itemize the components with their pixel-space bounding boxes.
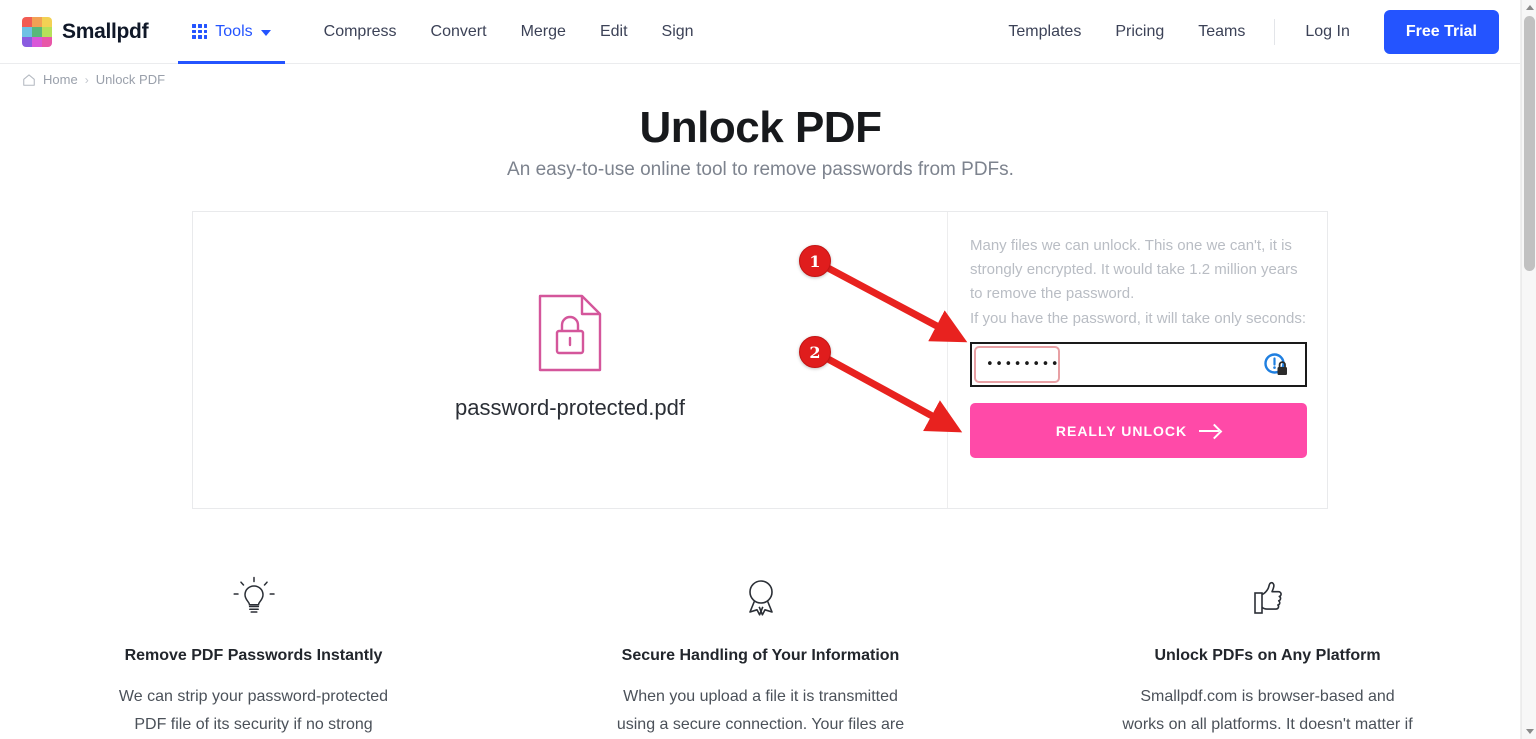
logo-cell bbox=[32, 16, 42, 27]
really-unlock-button[interactable]: REALLY UNLOCK bbox=[970, 403, 1307, 458]
grid-dot bbox=[197, 24, 202, 28]
nav-link-teams[interactable]: Teams bbox=[1181, 0, 1262, 64]
nav-primary-links: Compress Convert Merge Edit Sign bbox=[307, 0, 711, 64]
grid-dot bbox=[203, 24, 208, 28]
grid-dot bbox=[192, 35, 196, 39]
grid-dots-icon bbox=[192, 24, 208, 39]
breadcrumb-separator: › bbox=[84, 72, 89, 87]
password-input[interactable]: •••••••• bbox=[974, 346, 1060, 383]
free-trial-button[interactable]: Free Trial bbox=[1383, 9, 1499, 54]
password-manager-lock-icon[interactable] bbox=[1263, 352, 1289, 378]
feature-any-platform: Unlock PDFs on Any Platform Smallpdf.com… bbox=[1014, 575, 1521, 739]
nav-link-edit[interactable]: Edit bbox=[583, 0, 645, 64]
nav-right-group: Templates Pricing Teams Log In Free Trial bbox=[969, 0, 1499, 64]
award-ribbon-icon bbox=[748, 580, 773, 616]
vertical-scrollbar[interactable] bbox=[1521, 0, 1536, 739]
unlock-form-panel: Many files we can unlock. This one we ca… bbox=[948, 212, 1327, 508]
feature-title: Unlock PDFs on Any Platform bbox=[1154, 647, 1381, 664]
password-field-row: •••••••• bbox=[970, 342, 1307, 387]
grid-dot bbox=[203, 29, 208, 34]
grid-dot bbox=[197, 29, 202, 34]
feature-text: When you upload a file it is transmitted… bbox=[616, 688, 905, 733]
arrow-right-icon bbox=[1199, 425, 1221, 437]
grid-dot bbox=[197, 35, 202, 39]
nav-tools-menu[interactable]: Tools bbox=[178, 0, 285, 64]
breadcrumb: Home › Unlock PDF bbox=[22, 72, 165, 87]
nav-link-convert[interactable]: Convert bbox=[414, 0, 504, 64]
feature-icon-wrap bbox=[739, 575, 783, 621]
really-unlock-label: REALLY UNLOCK bbox=[1055, 422, 1188, 439]
scroll-up-arrow-icon[interactable] bbox=[1522, 0, 1536, 15]
page-root: Smallpdf Tools Compress Convert Merge Edit S… bbox=[0, 0, 1536, 739]
logo-cell bbox=[32, 26, 42, 37]
grid-dot bbox=[192, 24, 196, 28]
password-masked-value: •••••••• bbox=[986, 357, 1061, 372]
thumbs-up-icon bbox=[1253, 581, 1282, 614]
nav-divider bbox=[1274, 18, 1276, 45]
nav-link-merge[interactable]: Merge bbox=[504, 0, 583, 64]
feature-remove-passwords: Remove PDF Passwords Instantly We can st… bbox=[0, 575, 507, 739]
nav-tools-label: Tools bbox=[215, 22, 253, 40]
feature-icon-wrap bbox=[232, 575, 276, 621]
page-subtitle: An easy-to-use online tool to remove pas… bbox=[507, 159, 1014, 180]
grid-dot bbox=[192, 29, 196, 34]
breadcrumb-current: Unlock PDF bbox=[95, 72, 166, 87]
annotation-badge-2: 2 bbox=[799, 336, 831, 368]
file-name-label: password-protected.pdf bbox=[455, 395, 685, 420]
annotation-badge-1: 1 bbox=[799, 245, 831, 277]
logo-cell bbox=[22, 16, 32, 27]
unlock-card: password-protected.pdf Many files we can… bbox=[192, 211, 1328, 509]
nav-link-pricing[interactable]: Pricing bbox=[1098, 0, 1181, 64]
breadcrumb-home-link[interactable]: Home bbox=[43, 72, 78, 87]
encryption-notice-line2: If you have the password, it will take o… bbox=[970, 310, 1307, 327]
logo-cell bbox=[42, 26, 52, 37]
feature-text: We can strip your password-protected PDF… bbox=[118, 688, 389, 733]
logo-cell bbox=[22, 26, 32, 37]
chevron-down-icon bbox=[260, 29, 271, 36]
logo-cell bbox=[22, 36, 32, 47]
scrollbar-thumb[interactable] bbox=[1524, 16, 1535, 271]
home-icon bbox=[23, 73, 35, 86]
brand-name: Smallpdf bbox=[62, 19, 149, 43]
logo-cell bbox=[42, 36, 52, 47]
locked-pdf-document-icon bbox=[538, 294, 602, 372]
scroll-down-arrow-icon[interactable] bbox=[1522, 724, 1536, 739]
active-tab-underline bbox=[178, 60, 285, 64]
file-preview-panel: password-protected.pdf bbox=[193, 212, 948, 508]
feature-secure-handling: Secure Handling of Your Information When… bbox=[507, 575, 1014, 739]
smallpdf-logo-grid-icon bbox=[22, 16, 52, 47]
page-title: Unlock PDF bbox=[639, 103, 882, 152]
nav-link-sign[interactable]: Sign bbox=[645, 0, 711, 64]
feature-section: Remove PDF Passwords Instantly We can st… bbox=[0, 575, 1521, 739]
feature-icon-wrap bbox=[1246, 575, 1290, 621]
logo-cell bbox=[42, 16, 52, 27]
feature-title: Remove PDF Passwords Instantly bbox=[124, 647, 383, 664]
brand-logo[interactable]: Smallpdf bbox=[22, 16, 149, 47]
logo-cell bbox=[32, 36, 42, 47]
nav-secondary-links: Templates Pricing Teams bbox=[991, 0, 1262, 64]
grid-dot bbox=[203, 35, 208, 39]
nav-link-compress[interactable]: Compress bbox=[307, 0, 414, 64]
encryption-notice-line1: Many files we can unlock. This one we ca… bbox=[970, 237, 1298, 302]
top-navigation-bar: Smallpdf Tools Compress Convert Merge Edit S… bbox=[0, 0, 1521, 64]
encryption-notice: Many files we can unlock. This one we ca… bbox=[970, 234, 1307, 331]
feature-title: Secure Handling of Your Information bbox=[621, 647, 900, 664]
nav-link-templates[interactable]: Templates bbox=[991, 0, 1098, 64]
log-in-link[interactable]: Log In bbox=[1287, 23, 1367, 41]
lightbulb-icon bbox=[232, 576, 275, 613]
feature-text: Smallpdf.com is browser-based and works … bbox=[1122, 688, 1413, 733]
